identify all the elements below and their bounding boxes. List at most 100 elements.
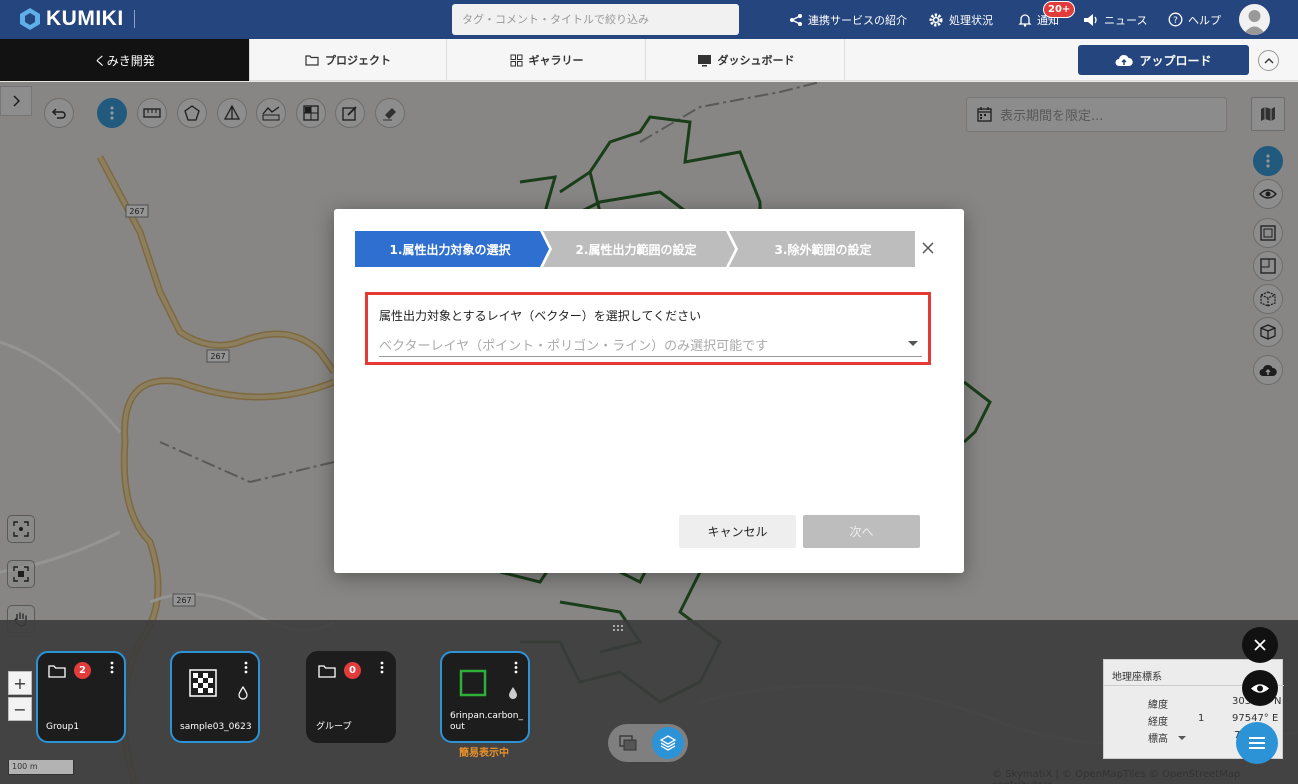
nav-label: ヘルプ — [1188, 13, 1221, 27]
layer-card-group[interactable]: 0 グループ — [306, 651, 396, 743]
main-menu-button[interactable] — [1236, 722, 1278, 764]
tab-label: ギャラリー — [528, 54, 584, 67]
step-2-range-settings: 2.属性出力範囲の設定 — [575, 242, 697, 257]
chevron-up-icon — [1264, 57, 1273, 63]
gear-icon — [928, 12, 944, 28]
megaphone-icon — [1083, 13, 1099, 27]
vector-layer-select[interactable]: ベクターレイヤ（ポイント・ポリゴン・ライン）のみ選択可能です — [379, 333, 922, 357]
kumiki-logo[interactable]: KUMIKI — [18, 6, 135, 32]
nav-help[interactable]: ? ヘルプ — [1168, 0, 1221, 39]
close-icon — [922, 242, 934, 254]
longitude-partial: 1 — [1198, 713, 1205, 724]
opacity-icon — [509, 687, 517, 699]
collapse-header-button[interactable] — [1258, 50, 1279, 71]
latitude-label: 緯度 — [1148, 700, 1168, 711]
chevron-down-icon — [908, 341, 918, 346]
images-mode-button[interactable] — [614, 729, 642, 757]
layer-card-sample03[interactable]: sample03_0623 — [170, 651, 260, 743]
kebab-icon — [380, 661, 384, 674]
upload-button[interactable]: アップロード — [1078, 45, 1249, 75]
select-placeholder: ベクターレイヤ（ポイント・ポリゴン・ライン）のみ選択可能です — [379, 339, 769, 354]
zoom-in-button[interactable]: + — [8, 671, 32, 695]
close-icon — [1254, 639, 1266, 651]
layer-menu-button[interactable] — [244, 661, 248, 677]
kebab-icon — [110, 661, 114, 674]
elevation-dropdown-caret[interactable] — [1178, 736, 1186, 740]
view-mode-toggle — [608, 724, 688, 762]
wizard-steps: 1.属性出力対象の選択 2.属性出力範囲の設定 3.除外範囲の設定 — [355, 231, 915, 267]
project-name[interactable]: くみき開発 — [0, 39, 249, 81]
minus-icon: − — [13, 699, 27, 719]
layers-icon — [659, 735, 677, 751]
layer-label: 6rinpan.carbon_out — [450, 711, 524, 732]
polygon-layer-icon — [459, 669, 487, 697]
kebab-icon — [514, 661, 518, 674]
kebab-icon — [244, 661, 248, 674]
nav-integrations[interactable]: 連携サービスの紹介 — [789, 0, 907, 39]
elevation-label: 標高 — [1148, 734, 1168, 745]
raster-icon — [189, 669, 217, 697]
layers-mode-button[interactable] — [652, 727, 684, 759]
layer-select-field: 属性出力対象とするレイヤ（ベクター）を選択してください ベクターレイヤ（ポイント… — [365, 292, 931, 365]
layer-status-text: 簡易表示中 — [459, 748, 509, 759]
next-button[interactable]: 次へ — [803, 515, 920, 548]
layer-menu-button[interactable] — [514, 661, 518, 677]
help-icon: ? — [1168, 12, 1183, 27]
attribute-export-dialog: 1.属性出力対象の選択 2.属性出力範囲の設定 3.除外範囲の設定 属性出力対象… — [334, 209, 964, 573]
nav-label: 連携サービスの紹介 — [808, 13, 907, 27]
layer-card-group1[interactable]: 2 Group1 — [36, 651, 126, 743]
layer-label: sample03_0623 — [180, 722, 252, 732]
layer-card-6rinpan[interactable]: 6rinpan.carbon_out — [440, 651, 530, 743]
close-panel-button[interactable] — [1242, 627, 1278, 663]
map-scale-bar: 100 m — [8, 760, 74, 775]
svg-text:?: ? — [1173, 16, 1178, 26]
user-avatar[interactable] — [1239, 4, 1270, 35]
nav-processing[interactable]: 処理状況 — [928, 0, 993, 39]
step-1-select-target: 1.属性出力対象の選択 — [389, 242, 511, 257]
nav-label: 処理状況 — [949, 13, 993, 27]
app-header: KUMIKI 連携サービスの紹介 処理状況 通知 20+ ニュース ? ヘルプ — [0, 0, 1298, 39]
eye-icon — [1251, 683, 1269, 693]
kumiki-logo-icon — [20, 8, 40, 30]
longitude-label: 経度 — [1148, 717, 1168, 728]
sub-navigation: くみき開発 プロジェクト ギャラリー ダッシュボード アップロード — [0, 39, 1298, 81]
zoom-out-button[interactable]: − — [8, 697, 32, 721]
cancel-button[interactable]: キャンセル — [679, 515, 796, 548]
cloud-upload-icon — [1115, 54, 1134, 66]
upload-label: アップロード — [1139, 53, 1212, 68]
notification-badge: 20+ — [1043, 1, 1076, 18]
layer-count-badge: 0 — [344, 662, 361, 679]
grid-icon — [510, 54, 522, 66]
layer-count-badge: 2 — [74, 662, 91, 679]
grip-icon — [613, 625, 623, 631]
hamburger-icon — [1249, 737, 1265, 749]
layer-menu-button[interactable] — [110, 661, 114, 677]
search-input[interactable] — [452, 4, 739, 35]
tab-gallery[interactable]: ギャラリー — [448, 39, 646, 81]
share-icon — [789, 13, 803, 27]
layer-select-label: 属性出力対象とするレイヤ（ベクター）を選択してください — [379, 309, 702, 323]
opacity-icon — [238, 686, 248, 700]
coordinate-system-title: 地理座標系 — [1112, 672, 1162, 683]
nav-news[interactable]: ニュース — [1083, 0, 1147, 39]
images-icon — [619, 735, 637, 751]
tab-label: ダッシュボード — [717, 54, 795, 67]
panel-drag-handle[interactable] — [612, 621, 624, 635]
nav-label: ニュース — [1104, 13, 1148, 27]
logo-text: KUMIKI — [46, 7, 124, 30]
map-attribution: © SkymatiX | © OpenMapTiles © OpenStreet… — [992, 769, 1241, 784]
tab-projects[interactable]: プロジェクト — [249, 39, 447, 81]
layer-menu-button[interactable] — [380, 661, 384, 677]
tab-dashboard[interactable]: ダッシュボード — [647, 39, 845, 81]
dialog-close-button[interactable] — [918, 238, 938, 258]
user-icon — [1243, 10, 1266, 35]
layer-label: Group1 — [46, 722, 80, 732]
bell-icon — [1018, 13, 1032, 27]
step-3-exclusion-settings: 3.除外範囲の設定 — [774, 242, 872, 257]
toggle-visibility-button[interactable] — [1242, 670, 1278, 706]
folder-icon — [305, 55, 319, 66]
monitor-icon — [697, 54, 711, 66]
folder-icon — [48, 665, 66, 678]
logo-divider — [133, 10, 135, 28]
tab-label: プロジェクト — [325, 54, 391, 67]
